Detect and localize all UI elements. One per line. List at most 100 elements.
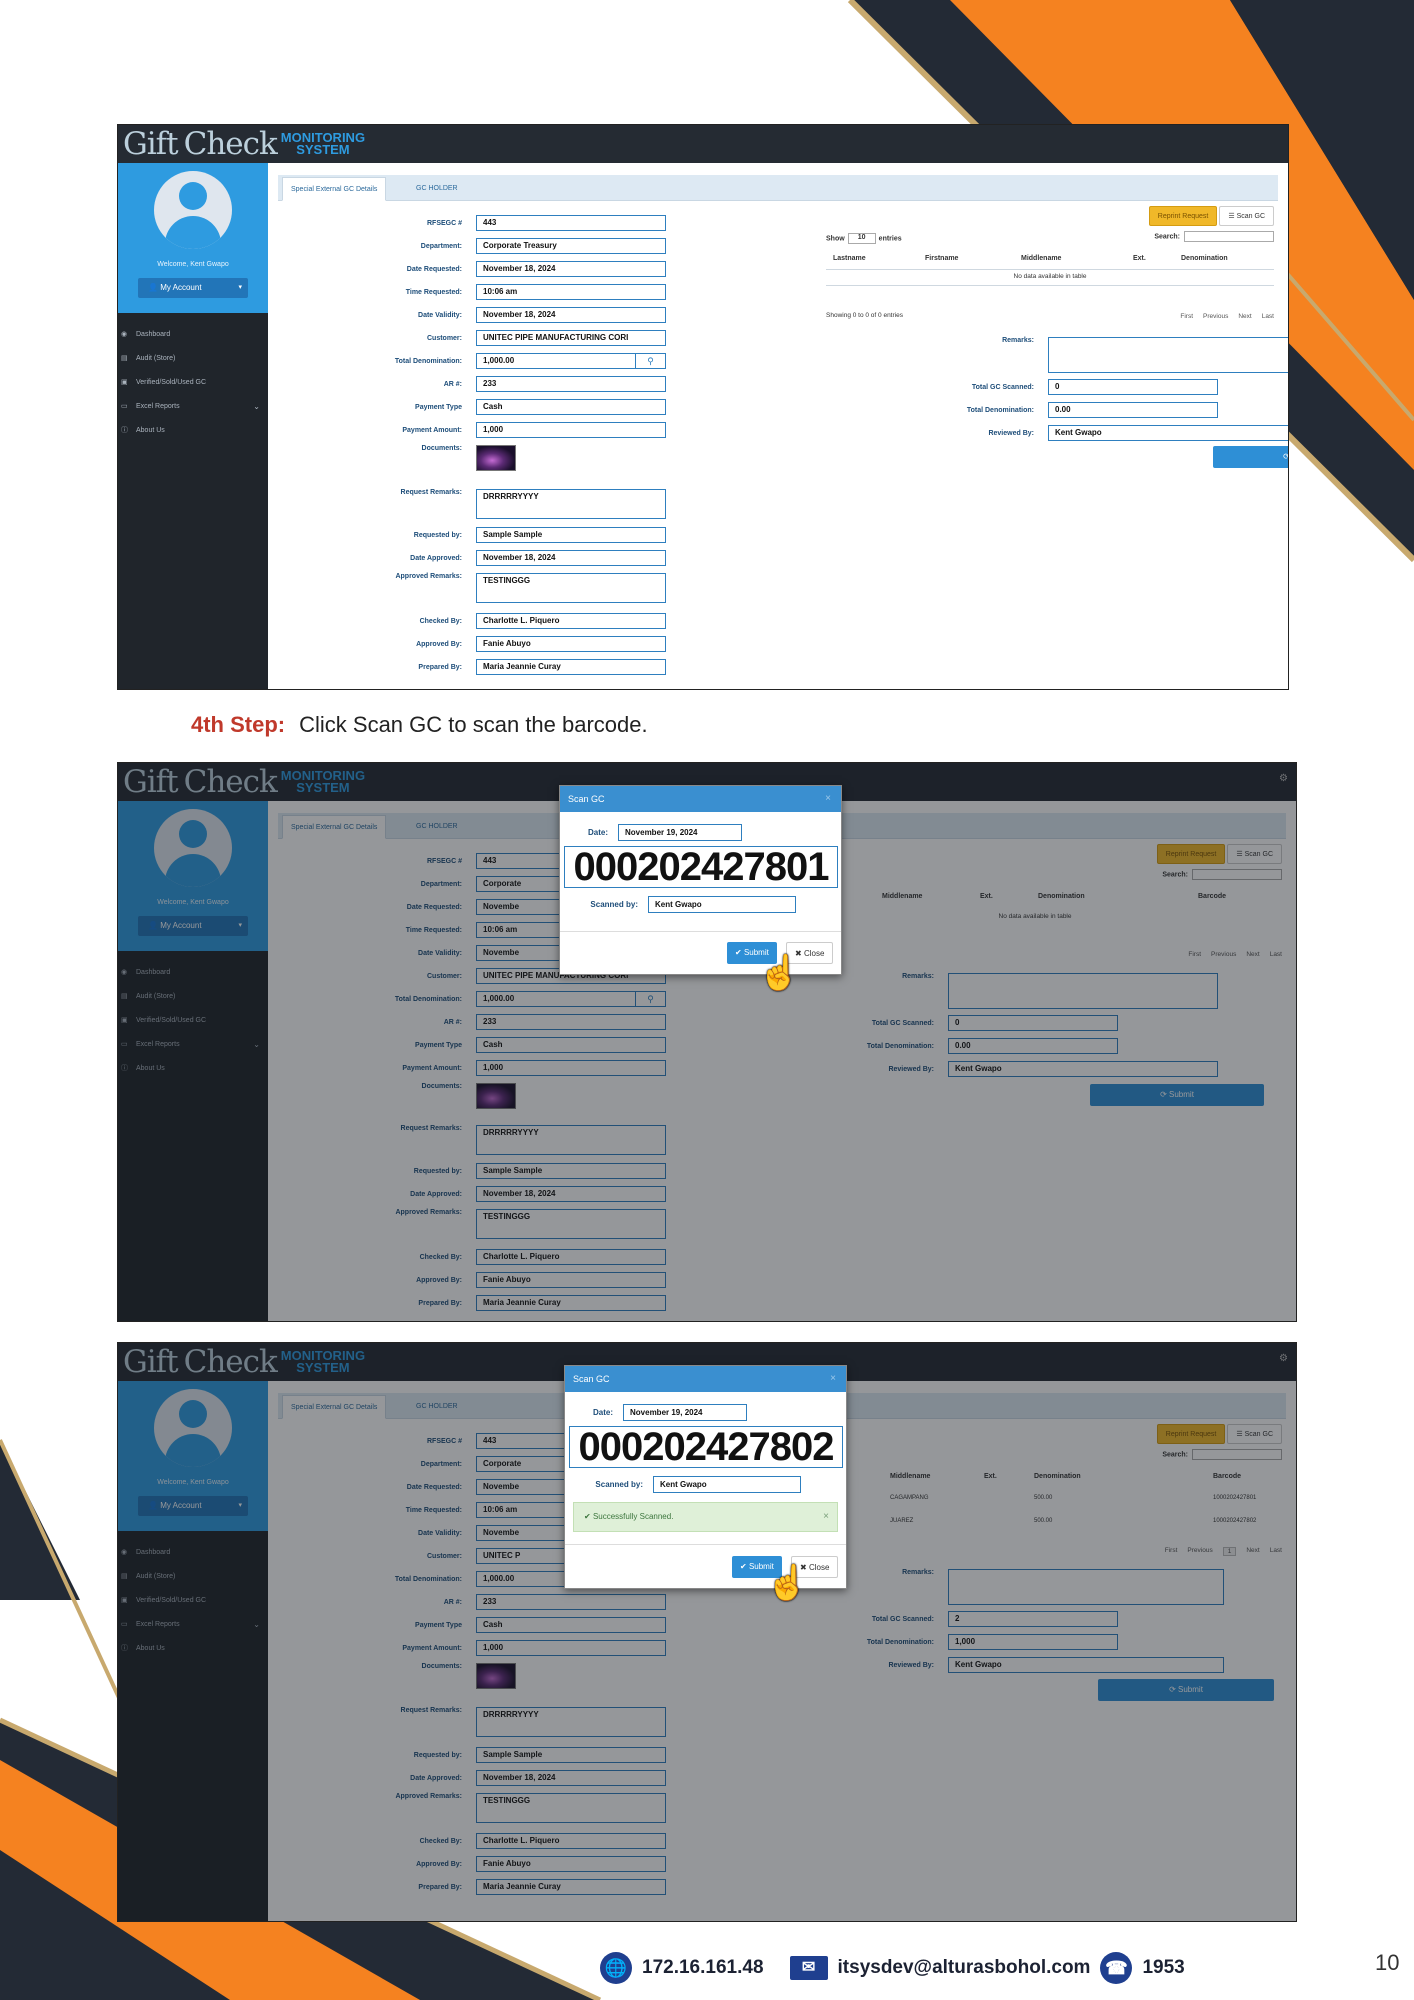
envelope-icon: ✉ — [789, 1956, 828, 1980]
info-icon: ⓘ — [121, 427, 128, 434]
pager-last[interactable]: Last — [1262, 313, 1274, 320]
page-footer: 🌐 172.16.161.48 ✉ itsysdev@alturasbohol.… — [600, 1952, 1185, 1984]
date-requested-label: Date Requested: — [406, 265, 462, 273]
tab-gc-holder[interactable]: GC HOLDER — [408, 177, 466, 201]
footer-ip: 172.16.161.48 — [642, 1957, 764, 1978]
date-validity-field[interactable]: November 18, 2024 — [476, 307, 666, 323]
prepared-by-label: Prepared By: — [418, 663, 462, 671]
ar-field[interactable]: 233 — [476, 376, 666, 392]
table-header-divider — [826, 269, 1274, 270]
rfsegc-field[interactable]: 443 — [476, 215, 666, 231]
modal-scanned-by-label: Scanned by: — [595, 1480, 643, 1489]
customer-field[interactable]: UNITEC PIPE MANUFACTURING CORI — [476, 330, 666, 346]
modal-header: Scan GC × — [565, 1366, 846, 1392]
barcode-input[interactable]: 000202427802 — [569, 1426, 843, 1468]
pager-first[interactable]: First — [1180, 313, 1193, 320]
search-icon[interactable]: ⚲ — [636, 353, 666, 369]
sidebar-item-audit[interactable]: ▤ Audit (Store) — [118, 347, 268, 371]
payment-type-label: Payment Type — [415, 403, 462, 411]
pager-next[interactable]: Next — [1238, 313, 1251, 320]
close-icon[interactable]: × — [825, 786, 831, 812]
close-icon[interactable]: × — [830, 1366, 836, 1392]
checked-by-field[interactable]: Charlotte L. Piquero — [476, 613, 666, 629]
modal-footer-divider — [565, 1544, 846, 1545]
logo-subtitle: MONITORING SYSTEM — [281, 131, 365, 156]
modal-scanned-by-field[interactable]: Kent Gwapo — [648, 896, 796, 913]
caret-down-icon: ▾ — [238, 284, 242, 291]
payment-type-field[interactable]: Cash — [476, 399, 666, 415]
rfsegc-label: RFSEGC # — [426, 219, 462, 227]
sidebar-item-dashboard[interactable]: ◉ Dashboard — [118, 323, 268, 347]
date-requested-field[interactable]: November 18, 2024 — [476, 261, 666, 277]
barcode-input[interactable]: 000202427801 — [564, 846, 838, 888]
entries-select[interactable]: 10 — [847, 233, 876, 244]
app-header: Gift Check MONITORING SYSTEM — [118, 125, 1288, 163]
submit-button[interactable]: ⟳ Submit — [1213, 446, 1288, 468]
step-label: 4th Step: — [191, 712, 286, 737]
modal-date-field[interactable]: November 19, 2024 — [623, 1404, 747, 1421]
modal-close-label: Close — [803, 949, 825, 958]
scan-gc-modal: Scan GC × Date: November 19, 2024 00020242… — [564, 1365, 847, 1589]
reviewed-by-field[interactable]: Kent Gwapo — [1048, 425, 1288, 441]
pager-previous[interactable]: Previous — [1203, 313, 1228, 320]
remarks-label: Remarks: — [1002, 337, 1034, 344]
remarks-field[interactable] — [1048, 337, 1288, 373]
search-label: Search: — [1154, 233, 1180, 241]
sidebar-item-label: Excel Reports — [136, 403, 180, 410]
globe-icon: 🌐 — [600, 1952, 632, 1984]
tab-special-external[interactable]: Special External GC Details — [282, 177, 387, 201]
main-content: Special External GC Details GC HOLDER RF… — [268, 163, 1288, 689]
footer-email[interactable]: itsysdev@alturasbohol.com — [838, 1957, 1091, 1979]
modal-header: Scan GC × — [560, 786, 841, 812]
scan-gc-modal: Scan GC × Date: November 19, 2024 00020242… — [559, 785, 842, 975]
department-field[interactable]: Corporate Treasury — [476, 238, 666, 254]
prepared-by-field[interactable]: Maria Jeannie Curay — [476, 659, 666, 675]
sidebar-item-excel-reports[interactable]: ▭ Excel Reports ⌄ — [118, 395, 268, 419]
total-denomination-field[interactable]: 1,000.00 — [476, 353, 636, 369]
footer-phone: 1953 — [1142, 1957, 1185, 1978]
modal-scanned-by-field[interactable]: Kent Gwapo — [653, 1476, 801, 1493]
scan-gc-button[interactable]: ☰ Scan GC — [1219, 206, 1274, 226]
search-input[interactable] — [1184, 231, 1274, 242]
alert-close-icon[interactable]: × — [823, 1503, 829, 1531]
no-data-message: No data available in table — [1013, 273, 1087, 280]
modal-date-field[interactable]: November 19, 2024 — [618, 824, 742, 841]
dashboard-icon: ◉ — [121, 331, 128, 338]
my-account-label: My Account — [160, 283, 202, 292]
requested-by-field[interactable]: Sample Sample — [476, 527, 666, 543]
date-approved-field[interactable]: November 18, 2024 — [476, 550, 666, 566]
date-validity-label: Date Validity: — [418, 311, 462, 319]
success-message: Successfully Scanned. — [592, 1512, 674, 1521]
approved-remarks-field[interactable]: TESTINGGG — [476, 573, 666, 603]
phone-icon: ☎ — [1100, 1952, 1133, 1984]
approved-by-field[interactable]: Fanie Abuyo — [476, 636, 666, 652]
entries-label: entries — [878, 235, 902, 243]
pointer-hand-icon: ☝ — [758, 954, 801, 992]
tab-bar: Special External GC Details GC HOLDER — [278, 175, 1278, 201]
reprint-request-button[interactable]: Reprint Request — [1148, 206, 1218, 226]
customer-label: Customer: — [426, 334, 462, 342]
sidebar-item-about[interactable]: ⓘ About Us — [118, 419, 268, 443]
step-instruction: 4th Step: Click Scan GC to scan the barco… — [191, 712, 648, 738]
checked-by-label: Checked By: — [419, 617, 462, 625]
list-icon: ▤ — [121, 355, 128, 362]
logo-check-text: Check — [183, 126, 278, 162]
my-account-button[interactable]: 👤 My Account ▾ — [138, 278, 248, 298]
total-gc-scanned-field[interactable]: 0 — [1048, 379, 1218, 395]
modal-date-label: Date: — [592, 1408, 613, 1417]
show-label: Show — [826, 235, 845, 243]
total-denomination-right-field[interactable]: 0.00 — [1048, 402, 1218, 418]
sidebar-item-label: About Us — [136, 427, 165, 434]
logo-gift-text: Gift — [123, 126, 179, 162]
avatar — [154, 171, 232, 249]
payment-amount-field[interactable]: 1,000 — [476, 422, 666, 438]
table-divider — [826, 285, 1274, 286]
document-thumbnail[interactable] — [476, 445, 516, 471]
sidebar-item-label: Dashboard — [136, 331, 171, 338]
table-pager: First Previous Next Last — [1180, 313, 1274, 320]
time-requested-field[interactable]: 10:06 am — [476, 284, 666, 300]
sidebar-item-label: Verified/Sold/Used GC — [136, 379, 207, 386]
sidebar-item-verified[interactable]: ▣ Verified/Sold/Used GC — [118, 371, 268, 395]
modal-footer-divider — [560, 931, 841, 932]
request-remarks-field[interactable]: DRRRRRYYYY — [476, 489, 666, 519]
